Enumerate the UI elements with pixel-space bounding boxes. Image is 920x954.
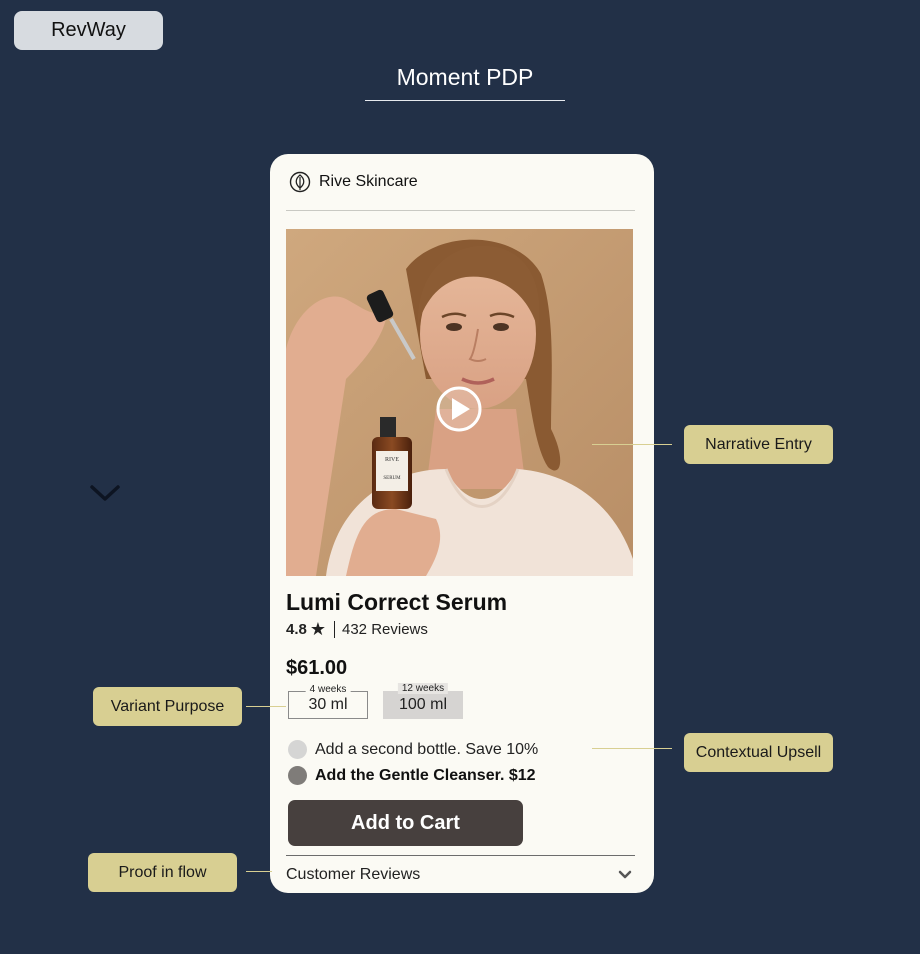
customer-reviews-accordion[interactable]: Customer Reviews (286, 864, 635, 886)
product-video[interactable]: RIVE SERUM (286, 229, 633, 576)
chevron-down-icon[interactable] (618, 870, 632, 880)
product-name: Lumi Correct Serum (286, 589, 508, 615)
annotation-label: Contextual Upsell (695, 743, 822, 761)
bottle-label-type: SERUM (383, 476, 401, 481)
annotation-proof-in-flow: Proof in flow (88, 853, 237, 892)
page-title: Moment PDP (365, 60, 565, 101)
annotation-label: Narrative Entry (705, 435, 812, 453)
annotation-label: Proof in flow (118, 863, 207, 881)
annotation-variant-purpose: Variant Purpose (93, 687, 242, 726)
store-name: Rive Skincare (319, 173, 418, 190)
store-header: Rive Skincare (286, 154, 635, 211)
variant-option-100ml[interactable]: 12 weeks 100 ml (383, 683, 463, 719)
reviews-count: 432 Reviews (342, 620, 428, 638)
variant-label: 30 ml (308, 696, 348, 713)
product-page-card: Rive Skincare RIVE SERUM Lumi Correct Se… (270, 154, 654, 893)
customer-reviews-label: Customer Reviews (286, 866, 421, 883)
price: $61.00 (286, 657, 348, 679)
annotation-connector (246, 871, 272, 872)
hero-illustration: RIVE SERUM (286, 229, 633, 576)
variant-duration-tag: 4 weeks (305, 684, 351, 695)
divider (286, 855, 635, 856)
rating-divider (334, 620, 335, 638)
radio-selected-icon[interactable] (288, 766, 307, 785)
leaf-logo-icon (289, 171, 311, 193)
annotation-contextual-upsell: Contextual Upsell (684, 733, 833, 772)
annotation-connector (592, 748, 672, 749)
brand-label: RevWay (51, 19, 126, 41)
annotation-connector (246, 706, 286, 707)
annotation-label: Variant Purpose (110, 697, 225, 715)
annotation-narrative-entry: Narrative Entry (684, 425, 833, 464)
rating-row[interactable]: 4.8 ★ 432 Reviews (286, 620, 428, 638)
upsell-label: Add the Gentle Cleanser. $12 (315, 766, 536, 784)
variant-label: 100 ml (398, 696, 448, 713)
upsell-label: Add a second bottle. Save 10% (315, 740, 539, 758)
star-icon: ★ (309, 619, 326, 639)
upsell-option-second-bottle[interactable]: Add a second bottle. Save 10% (288, 740, 538, 759)
annotation-connector (592, 444, 672, 445)
bottle-label-brand: RIVE (385, 457, 399, 463)
play-icon[interactable] (436, 386, 482, 432)
upsell-option-gentle-cleanser[interactable]: Add the Gentle Cleanser. $12 (288, 766, 536, 785)
rating-value: 4.8 (286, 620, 307, 638)
variant-duration-tag: 12 weeks (397, 683, 449, 694)
brand-badge: RevWay (14, 11, 163, 50)
chevron-down-icon[interactable] (88, 481, 122, 505)
add-to-cart-button[interactable]: Add to Cart (288, 800, 523, 846)
radio-unselected-icon[interactable] (288, 740, 307, 759)
variant-option-30ml[interactable]: 4 weeks 30 ml (288, 684, 368, 719)
